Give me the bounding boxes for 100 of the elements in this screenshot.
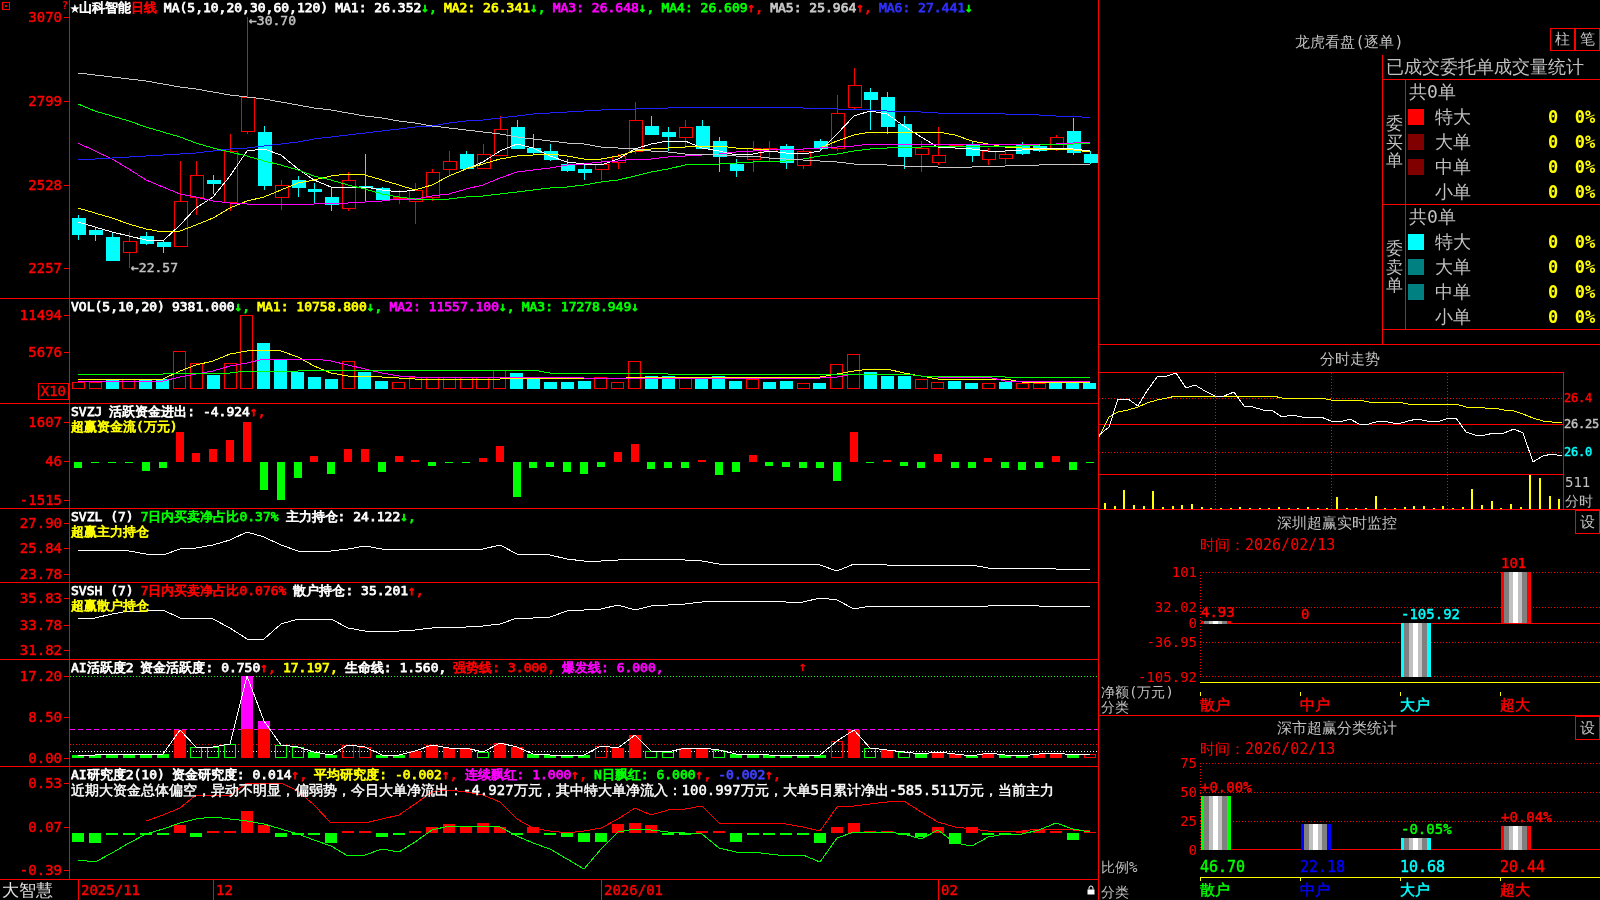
legend-text: AI研究度2(10) [71, 767, 165, 782]
legend-text: 强势线: 3.000, [453, 660, 555, 675]
change-label: -0.05% [1401, 822, 1452, 837]
axis-title: 净额(万元) [1101, 685, 1174, 700]
count-cell: 0 [1547, 156, 1559, 177]
axis-label: 46 [45, 453, 62, 469]
legend-text: SVZJ [71, 404, 103, 419]
legend-text: AI活跃度2 [71, 660, 134, 675]
axis-label: 26.4 [1564, 391, 1593, 405]
legend-text: 日线 [130, 0, 157, 15]
count-cell: 0 [1547, 132, 1559, 152]
legend-text: 活跃资金进出: -4.924 [109, 404, 250, 419]
axis-label: 511 [1565, 474, 1591, 490]
axis-label: 101 [1171, 564, 1197, 580]
time-label: 时间：2026/02/13 [1200, 536, 1336, 554]
axis-label: 8.50 [28, 709, 62, 725]
value-label: 20.44 [1500, 858, 1546, 876]
category-label: 超大 [1500, 881, 1530, 899]
date-label: 2025/11 [81, 882, 140, 898]
panel-title: 深圳超赢实时监控 [1277, 513, 1397, 532]
date-label: 02 [941, 882, 958, 898]
panel-title: 分时走势 [1319, 349, 1380, 368]
legend-text: 7日内买卖净占比0.076% [140, 583, 287, 598]
total-label: 共0单 [1408, 207, 1456, 228]
row-label: 特大 [1435, 232, 1471, 253]
legend-text: ↓, [366, 299, 383, 314]
axis-title: 分时 [1565, 493, 1593, 509]
legend-text: ★山科智能 [71, 0, 131, 15]
legend-text: MA3: 17278.949 [521, 299, 632, 314]
count-cell: 0 [1547, 306, 1559, 327]
axis-label: 2799 [28, 93, 62, 109]
percent-cell: 0% [1574, 156, 1596, 177]
count-cell: 0 [1547, 107, 1559, 128]
chart-annotation: ←22.57 [131, 261, 178, 275]
axis-label: 2257 [28, 260, 62, 276]
value-label: 0 [1301, 607, 1310, 622]
axis-label: -0.39 [19, 862, 62, 878]
legend-text: -0.002 [718, 767, 766, 782]
section-label: 委买单 [1385, 113, 1403, 171]
category-label: 大户 [1400, 881, 1430, 899]
axis-label: 0.00 [28, 750, 62, 766]
percent-cell: 0% [1574, 281, 1596, 302]
legend-text: SVSH (7) [71, 583, 134, 598]
axis-label: 50 [1180, 784, 1197, 800]
axis-label: 1607 [28, 414, 62, 430]
row-label: 大单 [1435, 257, 1471, 277]
legend-text: VOL(5,10,20) [71, 299, 165, 314]
axis-label: 0.53 [28, 775, 62, 791]
legend-text: ↓, [400, 509, 416, 524]
legend-text: 资金研究度: 0.014 [171, 767, 292, 782]
category-label: 中户 [1300, 696, 1330, 714]
table-title: 已成交委托单成交量统计 [1383, 55, 1600, 80]
legend-text: ↑, [260, 660, 276, 675]
legend-text: ↑, [408, 583, 424, 598]
axis-label: 25 [1180, 813, 1197, 829]
category-label: 散户 [1200, 881, 1230, 899]
legend-text: ↑, [695, 767, 712, 782]
axis-label: 25.84 [19, 540, 62, 556]
axis-label: 0 [1188, 842, 1197, 858]
row-label: 特大 [1435, 107, 1471, 128]
panel-title: 深市超赢分类统计 [1277, 719, 1397, 737]
legend-text: MA2: 11557.100 [389, 299, 499, 314]
legend-text: 爆发线: 6.000, [562, 660, 664, 675]
row-label: 小单 [1435, 306, 1471, 327]
legend-text: ↑, [441, 767, 458, 782]
legend-text: MA5: 25.964 [770, 0, 857, 15]
count-cell: 0 [1547, 281, 1559, 302]
legend-text: 超赢主力持仓 [71, 524, 149, 539]
percent-cell: 0% [1574, 232, 1596, 253]
legend-text: MA2: 26.341 [443, 0, 531, 15]
legend-text: 17.197, [282, 660, 338, 675]
legend-text: ↓, [421, 0, 437, 15]
axis-label: 5676 [28, 344, 62, 360]
legend-text: MA6: 27.441 [878, 0, 966, 15]
axis-label: 27.90 [19, 515, 62, 531]
legend-text: 生命线: 1.560, [344, 660, 447, 675]
row-label: 中单 [1435, 281, 1471, 302]
chart-annotation: ↑ [799, 660, 807, 674]
legend-text: MA1: 10758.800 [257, 299, 367, 314]
axis-label: -1515 [19, 492, 62, 508]
legend-text: ↑, [291, 767, 308, 782]
value-label: 4.93 [1201, 605, 1235, 620]
category-label: 超大 [1500, 696, 1530, 714]
legend-text: MA(5,10,20,30,60,120) [163, 0, 329, 15]
axis-label: 11494 [19, 307, 62, 323]
count-cell: 0 [1547, 257, 1559, 277]
axis-label: 32.02 [1154, 599, 1197, 615]
category-label: 中户 [1300, 881, 1330, 899]
legend-text: 主力持仓: 24.122 [285, 509, 401, 524]
row-label: 中单 [1435, 156, 1471, 177]
legend-text: 超赢资金流(万元) [71, 419, 178, 434]
axis-label: 33.78 [19, 617, 62, 633]
legend-text: ↑, [747, 0, 764, 15]
legend-text: MA3: 26.648 [552, 0, 639, 15]
axis-label: 2528 [28, 177, 62, 193]
axis-label: 26.0 [1564, 445, 1593, 459]
axis-label: 26.25 [1564, 417, 1600, 431]
axis-title: 比例% [1101, 860, 1138, 875]
scale-badge: X10 [37, 383, 69, 400]
percent-cell: 0% [1574, 306, 1596, 327]
